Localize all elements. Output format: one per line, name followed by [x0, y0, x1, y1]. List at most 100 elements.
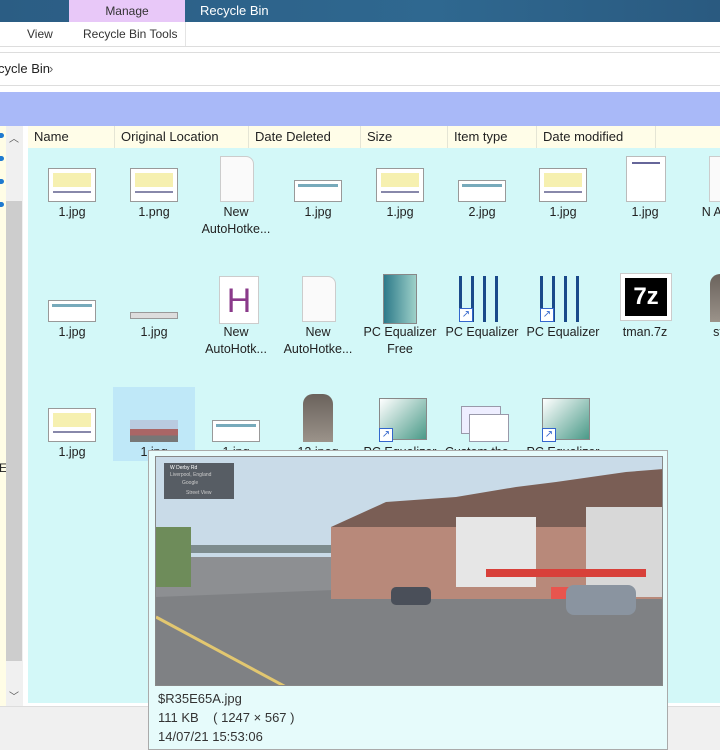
icon-part [381, 173, 419, 187]
breadcrumb-chevron-icon[interactable]: › [49, 53, 53, 85]
icon-part [632, 162, 660, 164]
tab-view[interactable]: View [27, 22, 53, 47]
file-item[interactable]: PC Equalizer Free [359, 274, 441, 358]
file-label: 1.jpg [304, 205, 332, 219]
breadcrumb[interactable]: cycle Bin [0, 53, 50, 85]
file-label: 2.jpg [468, 205, 496, 219]
file-item[interactable]: ston [684, 274, 720, 341]
icon-part [53, 431, 91, 433]
icon-part [298, 184, 338, 187]
blank-file-icon [277, 274, 359, 324]
file-label: 1.png [138, 205, 170, 219]
file-item[interactable]: 1.jpg [31, 154, 113, 221]
address-bar[interactable]: cycle Bin › [0, 52, 720, 86]
icon-part [626, 156, 666, 202]
icon-part [130, 168, 178, 202]
icon-part: ↗ [459, 308, 473, 322]
nav-scrollbar[interactable]: ︿ ﹀ [6, 126, 23, 706]
file-label: ston [713, 325, 720, 339]
pin-icon [0, 179, 4, 184]
file-item[interactable]: 1.jpg [604, 154, 686, 221]
file-label: 1.jpg [631, 205, 659, 219]
file-item[interactable]: New AutoHotke... [195, 154, 277, 238]
file-item[interactable]: ↗ PC Equalizer [522, 274, 604, 341]
file-item[interactable]: 2.jpg [441, 154, 523, 221]
icon-part [53, 413, 91, 427]
icon-part [216, 424, 256, 427]
tooltip-size: 111 KB ( 1247 × 567 ) [158, 710, 295, 725]
tooltip-filename: $R35E65A.jpg [158, 691, 242, 706]
street-thumb-icon [113, 394, 195, 444]
icon-part [212, 420, 260, 442]
file-item[interactable]: 1.jpg [113, 274, 195, 341]
scroll-down-icon[interactable]: ﹀ [6, 688, 22, 703]
icon-part [130, 420, 178, 442]
column-item-type[interactable]: Item type [448, 126, 537, 148]
installer-icon [359, 274, 441, 324]
icon-part [130, 312, 178, 319]
tab-manage[interactable]: Manage [69, 0, 185, 22]
column-original-location[interactable]: Original Location [115, 126, 249, 148]
file-label: New AutoHotke... [201, 205, 271, 236]
stone-thumb-icon [277, 394, 359, 444]
file-label: New AutoHotke... [283, 325, 353, 356]
7z-archive-icon: 7z [604, 273, 686, 324]
icon-part [303, 394, 333, 442]
icon-part [710, 274, 720, 322]
file-item[interactable]: 1.jpg [359, 154, 441, 221]
icon-part: ↗ [540, 308, 554, 322]
file-label: 1.jpg [58, 445, 86, 459]
screenshot-thumb-icon [522, 154, 604, 204]
icon-part: 7z [620, 273, 672, 321]
file-item[interactable]: H New AutoHotk... [195, 274, 277, 358]
column-date-modified[interactable]: Date modified [537, 126, 656, 148]
file-label: 1.jpg [58, 325, 86, 339]
wide-thumb-icon [195, 394, 277, 444]
file-label: N AutoH [701, 205, 720, 219]
file-label: PC Equalizer [526, 325, 600, 339]
icon-part: ↗ [542, 428, 556, 442]
file-item[interactable]: New AutoHotke... [277, 274, 359, 358]
column-size[interactable]: Size [361, 126, 448, 148]
blank-file-icon [195, 154, 277, 204]
icon-part [53, 191, 91, 193]
app-shortcut-icon: ↗ [359, 394, 441, 444]
file-item[interactable]: ↗ PC Equalizer [441, 274, 523, 341]
icon-part [544, 191, 582, 193]
file-item[interactable]: 7z tman.7z [604, 273, 686, 341]
file-item[interactable]: 1.jpg [277, 154, 359, 221]
icon-part [48, 168, 96, 202]
file-label: 1.jpg [58, 205, 86, 219]
app-shortcut-icon: ↗ [522, 394, 604, 444]
scrollbar-thumb[interactable] [6, 201, 22, 661]
file-label: 1.jpg [140, 325, 168, 339]
equalizer-shortcut-icon: ↗ [522, 274, 604, 324]
preview-tooltip: W Derby Rd Liverpool, England Google Str… [148, 450, 668, 750]
column-name[interactable]: Name [28, 126, 115, 148]
ribbon: View Recycle Bin Tools [0, 22, 720, 47]
theme-pack-icon [441, 394, 523, 444]
file-label: 1.jpg [386, 205, 414, 219]
column-date-deleted[interactable]: Date Deleted [249, 126, 361, 148]
document-thumb-icon [604, 154, 686, 204]
file-item[interactable]: N AutoH [684, 154, 720, 221]
tab-recycle-bin-tools[interactable]: Recycle Bin Tools [83, 22, 178, 47]
icon-part [52, 304, 92, 307]
file-item[interactable]: 1.jpg [31, 274, 113, 341]
icon-part [709, 156, 720, 202]
icon-part [462, 184, 502, 187]
screenshot-thumb-icon [31, 154, 113, 204]
icon-part [135, 191, 173, 193]
file-item[interactable]: 1.jpg [31, 394, 113, 461]
stone-thumb-icon [684, 274, 720, 324]
file-label: tman.7z [622, 325, 668, 339]
icon-part [294, 180, 342, 202]
file-item[interactable]: 1.png [113, 154, 195, 221]
file-item[interactable]: 1.jpg [522, 154, 604, 221]
equalizer-shortcut-icon: ↗ [441, 274, 523, 324]
icon-part [383, 274, 417, 324]
screenshot-thumb-icon [113, 154, 195, 204]
autohotkey-h-icon: H [195, 274, 277, 324]
pin-icon [0, 202, 4, 207]
scroll-up-icon[interactable]: ︿ [6, 130, 22, 145]
